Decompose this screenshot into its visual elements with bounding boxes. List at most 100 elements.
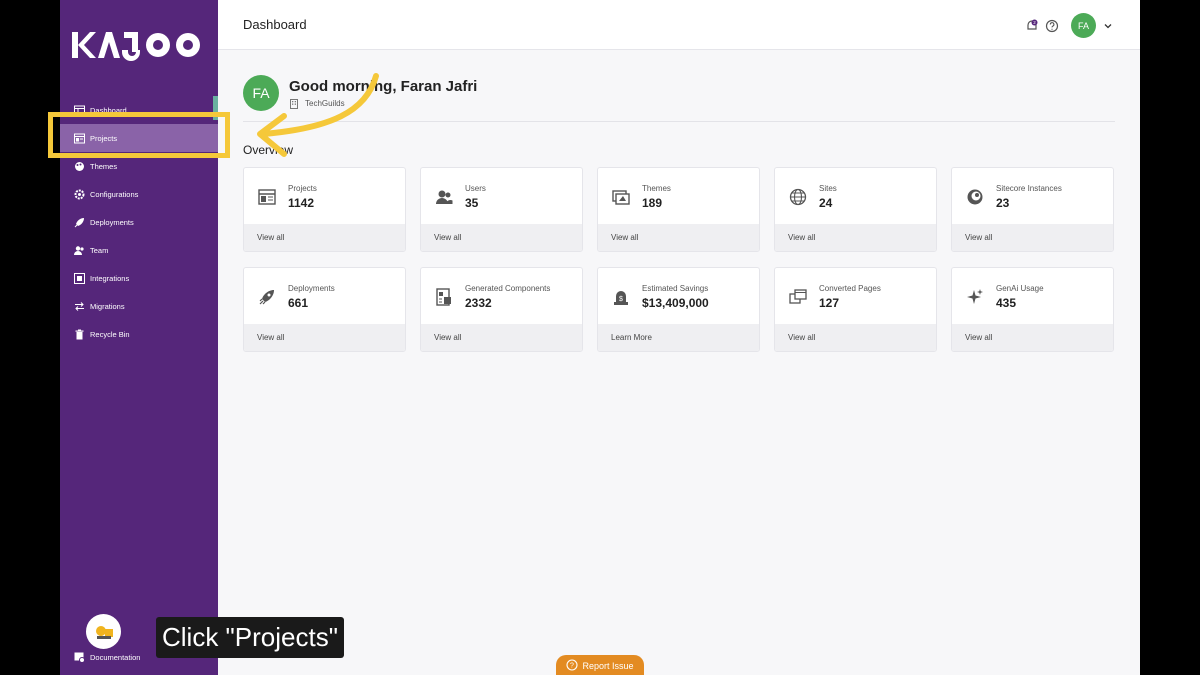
sidebar-item-team[interactable]: Team bbox=[60, 236, 218, 264]
rocket-icon bbox=[258, 288, 276, 306]
card-value: 435 bbox=[996, 295, 1017, 310]
sidebar-item-label: Themes bbox=[90, 161, 118, 171]
divider bbox=[243, 121, 1115, 122]
report-issue-button[interactable]: ? Report Issue bbox=[556, 655, 644, 675]
card-sites: Sites 24 View all bbox=[774, 167, 937, 252]
sidebar-item-migrations[interactable]: Migrations bbox=[60, 292, 218, 320]
sidebar-item-label: Deployments bbox=[90, 217, 134, 227]
greeting-avatar: FA bbox=[243, 75, 279, 111]
card-label: Sites bbox=[819, 183, 837, 193]
card-value: 189 bbox=[642, 195, 663, 210]
view-all-link[interactable]: View all bbox=[244, 224, 405, 251]
view-all-link[interactable]: View all bbox=[952, 224, 1113, 251]
card-label: Converted Pages bbox=[819, 283, 881, 293]
building-icon bbox=[289, 98, 299, 109]
card-value: 661 bbox=[288, 295, 309, 310]
users-icon bbox=[435, 188, 453, 206]
integrations-icon bbox=[74, 272, 85, 284]
view-all-link[interactable]: View all bbox=[244, 324, 405, 351]
app-frame: Dashboard Projects Themes Configurations… bbox=[60, 0, 1140, 675]
help-icon[interactable] bbox=[1045, 19, 1059, 33]
card-users: Users 35 View all bbox=[420, 167, 583, 252]
card-converted-pages: Converted Pages 127 View all bbox=[774, 267, 937, 352]
sidebar-item-configurations[interactable]: Configurations bbox=[60, 180, 218, 208]
notifications-icon[interactable]: 2 bbox=[1025, 19, 1039, 33]
card-generated-components: Generated Components 2332 View all bbox=[420, 267, 583, 352]
card-label: Themes bbox=[642, 183, 671, 193]
sidebar-item-label: Recycle Bin bbox=[90, 329, 130, 339]
view-all-link[interactable]: View all bbox=[421, 324, 582, 351]
gear-icon bbox=[74, 189, 85, 200]
card-estimated-savings: $ Estimated Savings $13,409,000 Learn Mor… bbox=[597, 267, 760, 352]
learn-more-link[interactable]: Learn More bbox=[598, 324, 759, 351]
documentation-label: Documentation bbox=[90, 653, 141, 662]
sidebar-item-label: Configurations bbox=[90, 189, 139, 199]
kajoo-logo[interactable] bbox=[72, 30, 206, 62]
tutorial-avatar bbox=[86, 614, 121, 649]
overview-cards: Projects 1142 View all Users 35 View all T… bbox=[243, 167, 1115, 352]
migrations-icon bbox=[74, 301, 85, 312]
greeting-org: TechGuilds bbox=[289, 98, 477, 109]
components-icon bbox=[435, 287, 453, 306]
card-projects: Projects 1142 View all bbox=[243, 167, 406, 252]
card-label: Users bbox=[465, 183, 486, 193]
help-circle-icon: ? bbox=[566, 659, 579, 673]
projects-icon bbox=[258, 188, 276, 206]
card-genai-usage: GenAi Usage 435 View all bbox=[951, 267, 1114, 352]
topbar-actions: 2 FA bbox=[1025, 13, 1114, 38]
sidebar-item-deployments[interactable]: Deployments bbox=[60, 208, 218, 236]
view-all-link[interactable]: View all bbox=[775, 324, 936, 351]
sparkle-icon bbox=[966, 288, 984, 306]
greeting: FA Good morning, Faran Jafri TechGuilds bbox=[243, 75, 477, 111]
documentation-link[interactable]: Documentation bbox=[74, 652, 140, 663]
card-value: 23 bbox=[996, 195, 1010, 210]
card-deployments: Deployments 661 View all bbox=[243, 267, 406, 352]
card-label: Sitecore Instances bbox=[996, 183, 1062, 193]
greeting-text: Good morning, Faran Jafri TechGuilds bbox=[289, 78, 477, 109]
themes-icon bbox=[612, 188, 630, 206]
pages-icon bbox=[789, 288, 807, 306]
chevron-down-icon[interactable] bbox=[1102, 20, 1114, 32]
user-avatar[interactable]: FA bbox=[1071, 13, 1096, 38]
globe-icon bbox=[789, 188, 807, 206]
card-label: Projects bbox=[288, 183, 317, 193]
sidebar-item-label: Team bbox=[90, 245, 109, 255]
card-value: 24 bbox=[819, 195, 833, 210]
sidebar-item-integrations[interactable]: Integrations bbox=[60, 264, 218, 292]
view-all-link[interactable]: View all bbox=[421, 224, 582, 251]
view-all-link[interactable]: View all bbox=[598, 224, 759, 251]
greeting-title: Good morning, Faran Jafri bbox=[289, 77, 478, 95]
card-themes: Themes 189 View all bbox=[597, 167, 760, 252]
trash-icon bbox=[74, 329, 85, 340]
view-all-link[interactable]: View all bbox=[952, 324, 1113, 351]
team-icon bbox=[74, 245, 85, 256]
card-sitecore-instances: Sitecore Instances 23 View all bbox=[951, 167, 1114, 252]
topbar: Dashboard 2 FA bbox=[218, 0, 1140, 50]
sidebar-item-recycle-bin[interactable]: Recycle Bin bbox=[60, 320, 218, 348]
page-title: Dashboard bbox=[243, 17, 307, 32]
svg-text:$: $ bbox=[619, 296, 623, 303]
card-label: Deployments bbox=[288, 283, 335, 293]
card-label: GenAi Usage bbox=[996, 283, 1044, 293]
sidebar: Dashboard Projects Themes Configurations… bbox=[60, 0, 218, 675]
rocket-icon bbox=[74, 217, 85, 228]
card-label: Generated Components bbox=[465, 283, 551, 293]
card-value: $13,409,000 bbox=[642, 295, 709, 310]
card-value: 127 bbox=[819, 295, 840, 310]
tutorial-caption: Click "Projects" bbox=[156, 617, 344, 658]
savings-icon: $ bbox=[612, 288, 630, 306]
themes-icon bbox=[74, 161, 85, 172]
tutorial-highlight-box bbox=[48, 112, 230, 158]
report-issue-label: Report Issue bbox=[582, 661, 634, 671]
org-name: TechGuilds bbox=[305, 99, 345, 108]
sidebar-item-label: Migrations bbox=[90, 301, 125, 311]
card-value: 2332 bbox=[465, 295, 492, 310]
sitecore-icon bbox=[966, 188, 984, 206]
card-label: Estimated Savings bbox=[642, 283, 709, 293]
card-value: 35 bbox=[465, 195, 479, 210]
overview-title: Overview bbox=[243, 143, 294, 157]
documentation-icon bbox=[74, 652, 85, 663]
svg-text:?: ? bbox=[571, 663, 575, 670]
card-value: 1142 bbox=[288, 195, 315, 210]
view-all-link[interactable]: View all bbox=[775, 224, 936, 251]
